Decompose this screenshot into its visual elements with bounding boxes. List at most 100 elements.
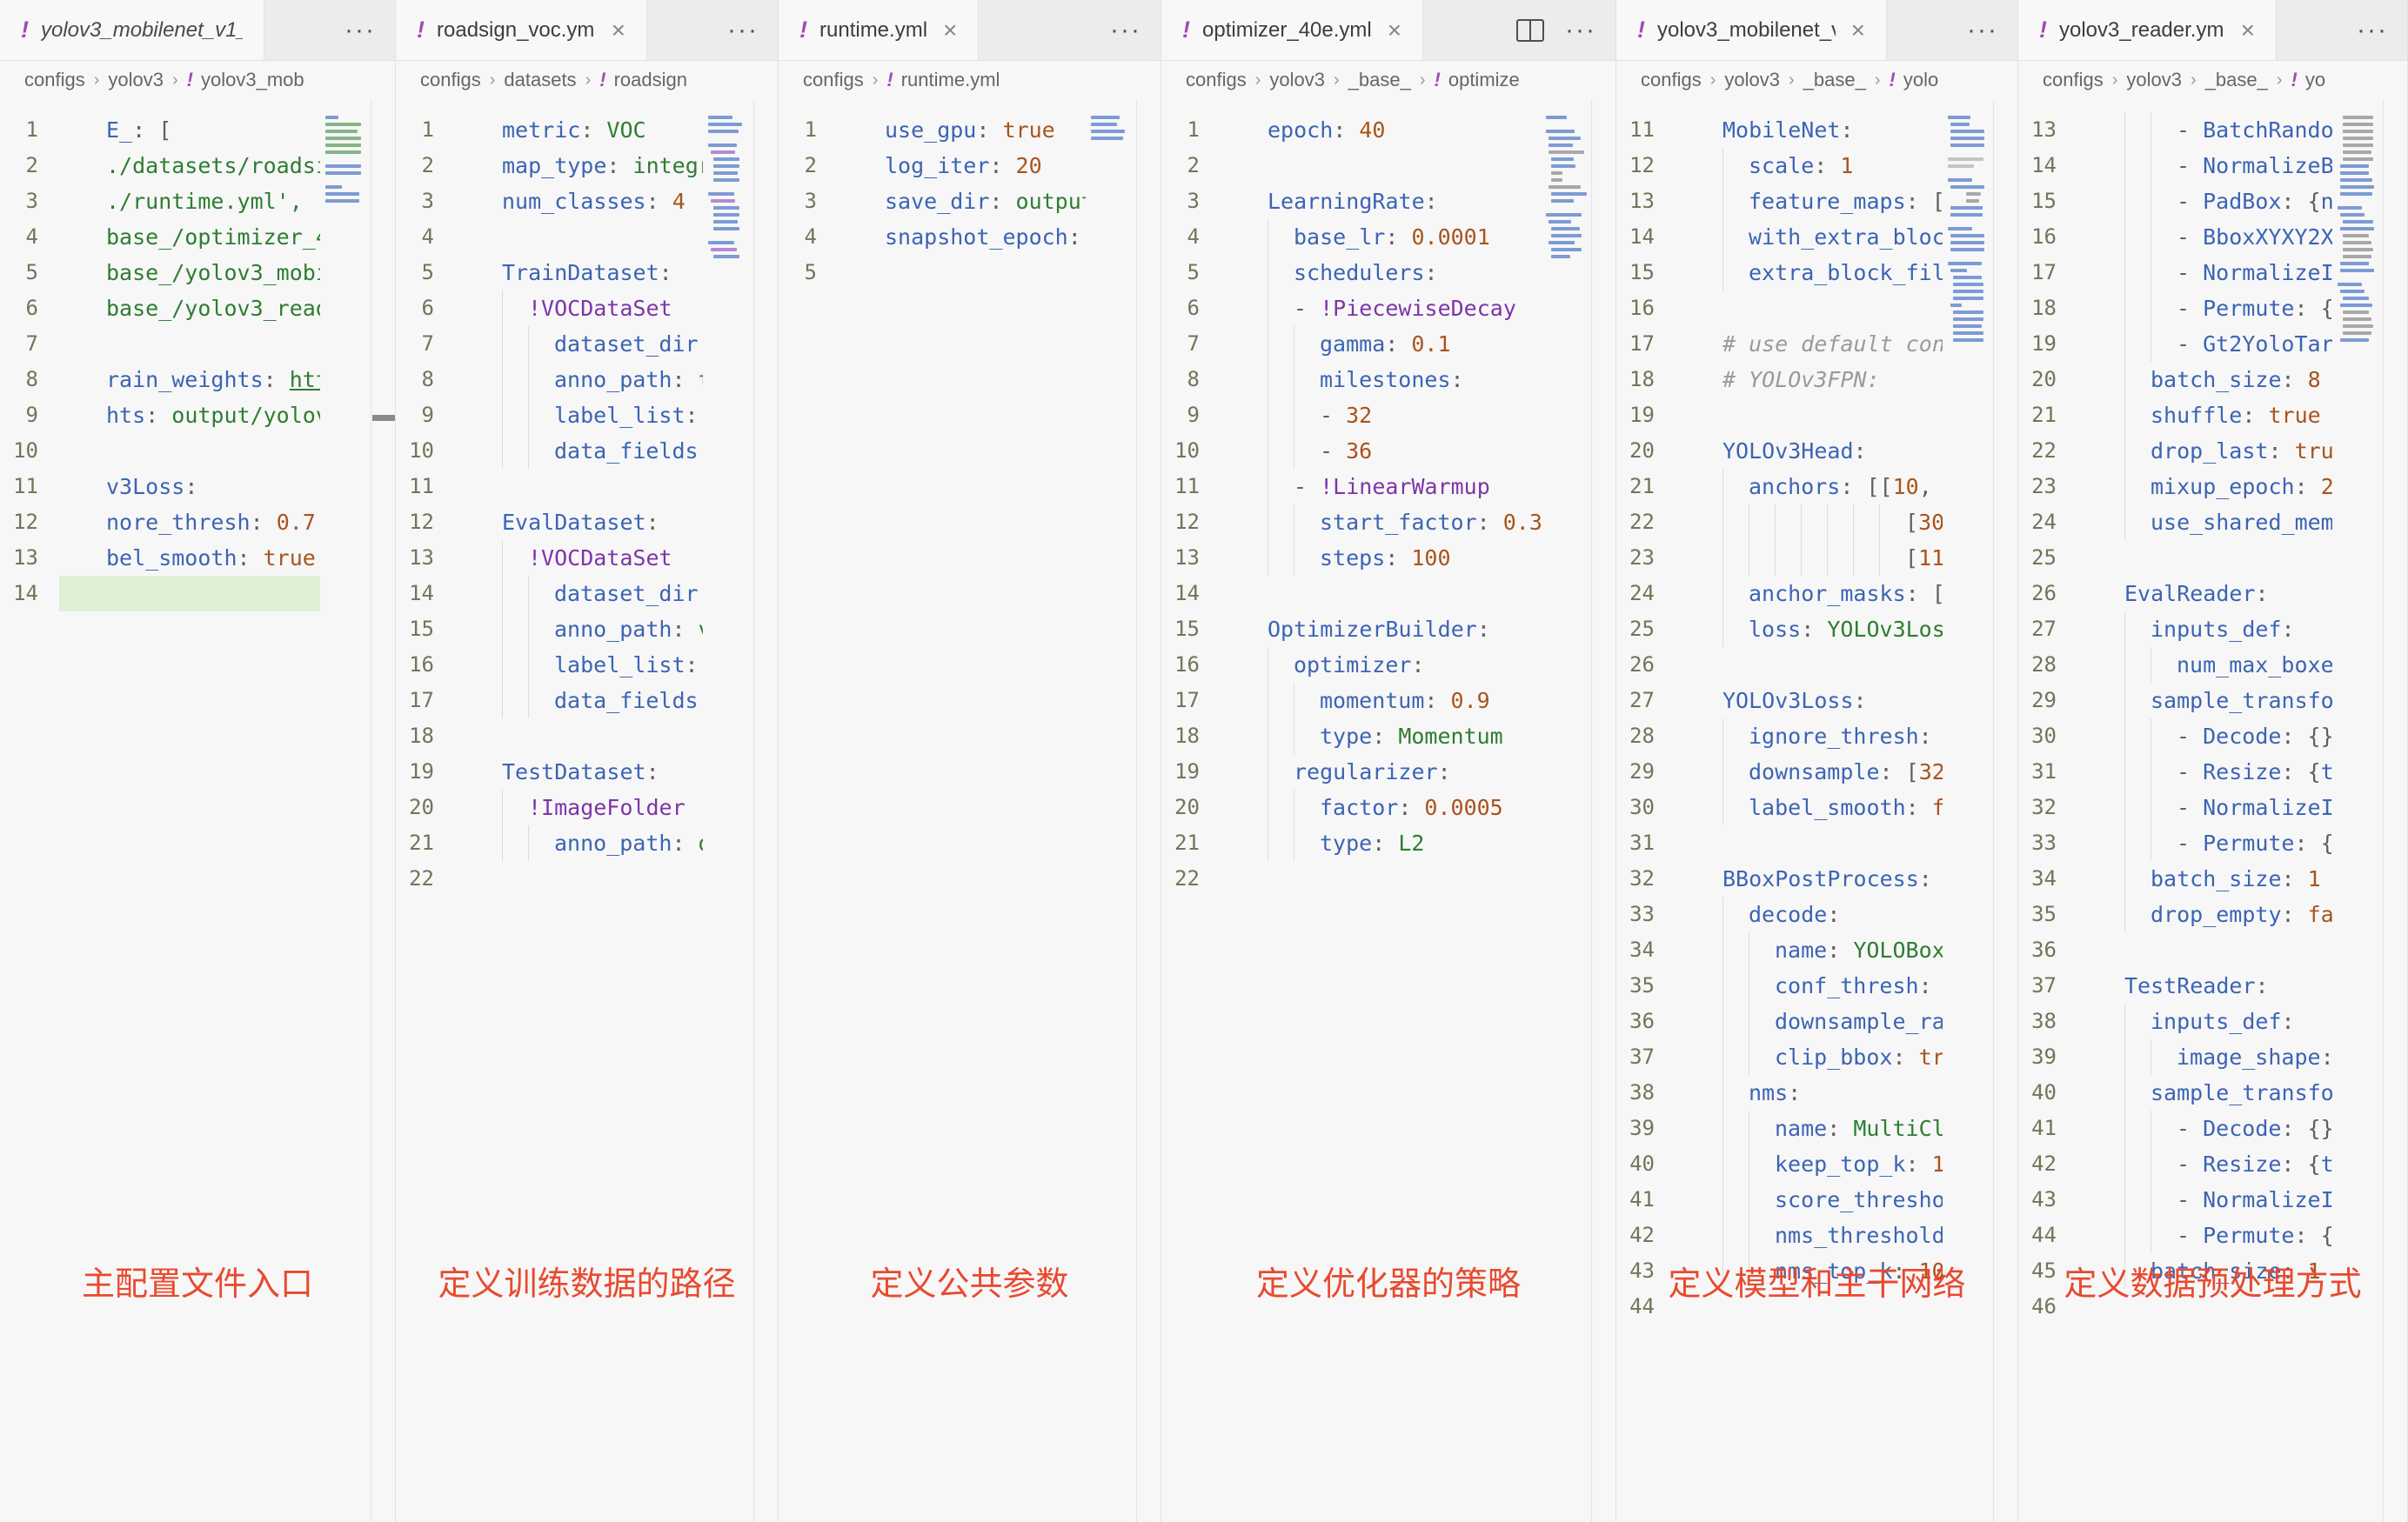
code-lines: 11MobileNet:12scale: 113feature_maps: [4… <box>1616 112 1943 1325</box>
breadcrumb-file[interactable]: yolov3_mob <box>201 69 304 91</box>
code-token: {} <box>2321 290 2332 326</box>
code-line: 31 <box>1616 825 1943 861</box>
code-token: : <box>1398 790 1424 825</box>
line-content: num_classes: 4 <box>455 184 703 219</box>
line-content: inputs_def: <box>2077 611 2332 647</box>
more-actions-icon[interactable]: ··· <box>2357 17 2388 43</box>
minimap-bar <box>325 171 361 175</box>
breadcrumb-item[interactable]: yolov3 <box>1269 69 1325 91</box>
breadcrumb-item[interactable]: configs <box>420 69 481 91</box>
minimap-bar <box>2340 164 2369 168</box>
minimap-bar <box>1950 137 1984 140</box>
code-token: Permute <box>2203 290 2294 326</box>
line-content <box>59 433 320 469</box>
scrollbar-track[interactable] <box>371 100 395 1522</box>
minimap[interactable] <box>1546 114 1589 267</box>
code-editor[interactable]: 11MobileNet:12scale: 113feature_maps: [4… <box>1616 100 2017 1522</box>
scrollbar-track[interactable] <box>1136 100 1161 1522</box>
code-editor[interactable]: 1metric: VOC2map_type: integr3num_classe… <box>396 100 778 1522</box>
breadcrumb-item[interactable]: yolov3 <box>1724 69 1780 91</box>
scrollbar-track[interactable] <box>2383 100 2407 1522</box>
breadcrumb-item[interactable]: configs <box>803 69 864 91</box>
breadcrumb-item[interactable]: configs <box>1186 69 1247 91</box>
indent-guide <box>1268 290 1294 326</box>
indent-guide <box>1722 611 1749 647</box>
line-content: metric: VOC <box>455 112 703 148</box>
breadcrumb-file[interactable]: yolo <box>1903 69 1938 91</box>
close-icon[interactable]: × <box>2241 17 2255 44</box>
minimap[interactable] <box>325 114 369 211</box>
breadcrumb-file[interactable]: roadsign <box>614 69 687 91</box>
line-number: 5 <box>0 255 59 290</box>
code-token: nore_thresh <box>106 504 251 540</box>
breadcrumb-item[interactable]: yolov3 <box>108 69 164 91</box>
scrollbar-track[interactable] <box>1591 100 1615 1522</box>
more-actions-icon[interactable]: ··· <box>1967 17 1998 43</box>
breadcrumb-item[interactable]: configs <box>24 69 85 91</box>
code-token: : <box>1919 718 1943 754</box>
code-editor[interactable]: 1E_: [2./datasets/roadsi3./runtime.yml',… <box>0 100 395 1522</box>
tab-optimizer_40e.yml[interactable]: !optimizer_40e.yml× <box>1161 0 1423 60</box>
code-token: : <box>2242 397 2268 433</box>
line-number: 33 <box>1616 897 1676 932</box>
close-icon[interactable]: × <box>943 17 957 44</box>
breadcrumb-item[interactable]: _base_ <box>1348 69 1411 91</box>
scrollbar-track[interactable] <box>1993 100 2017 1522</box>
more-actions-icon[interactable]: ··· <box>1110 17 1141 43</box>
code-line: 1E_: [ <box>0 112 320 148</box>
line-content: ./runtime.yml', <box>59 184 320 219</box>
line-content <box>1676 290 1943 326</box>
line-content: label_list: <box>455 397 703 433</box>
code-editor[interactable]: 13- BatchRandomR14- NormalizeBox15- PadB… <box>2018 100 2407 1522</box>
breadcrumb-file[interactable]: optimize <box>1448 69 1520 91</box>
more-actions-icon[interactable]: ··· <box>344 17 376 43</box>
split-editor-icon[interactable] <box>1516 19 1544 42</box>
breadcrumb-file[interactable]: yo <box>2305 69 2325 91</box>
breadcrumb-item[interactable]: _base_ <box>2205 69 2268 91</box>
indent-guide <box>1294 433 1320 469</box>
indent-guide <box>2150 326 2177 362</box>
minimap-bar <box>325 130 358 133</box>
minimap[interactable] <box>708 114 752 267</box>
line-number: 19 <box>2018 326 2077 362</box>
minimap[interactable] <box>1948 114 1991 350</box>
line-number: 32 <box>1616 861 1676 897</box>
code-line: 8anno_path: t <box>396 362 703 397</box>
more-actions-icon[interactable]: ··· <box>1565 17 1596 43</box>
minimap-line <box>2338 239 2381 246</box>
indent-guide <box>1853 540 1879 576</box>
indent-guide <box>1749 932 1775 968</box>
scrollbar-track[interactable] <box>753 100 778 1522</box>
minimap[interactable] <box>1091 114 1134 149</box>
code-line: 20!ImageFolder <box>396 790 703 825</box>
indent-guide <box>2124 290 2150 326</box>
minimap-bar <box>2338 283 2362 286</box>
breadcrumb-item[interactable]: datasets <box>504 69 576 91</box>
breadcrumb-item[interactable]: _base_ <box>1803 69 1866 91</box>
tab-yolov3_mobilenet_v1_roa[interactable]: !yolov3_mobilenet_v1_roa <box>0 0 264 60</box>
line-number: 30 <box>2018 718 2077 754</box>
code-editor[interactable]: 1epoch: 4023LearningRate:4base_lr: 0.000… <box>1161 100 1615 1522</box>
breadcrumb-item[interactable]: yolov3 <box>2126 69 2182 91</box>
tab-bar: !roadsign_voc.yml× ··· <box>396 0 778 61</box>
breadcrumb-file[interactable]: runtime.yml <box>901 69 1000 91</box>
code-token: : <box>672 825 698 861</box>
close-icon[interactable]: × <box>1388 17 1401 44</box>
scrollbar-slider[interactable] <box>372 415 395 421</box>
tab-runtime.yml[interactable]: !runtime.yml× <box>779 0 979 60</box>
minimap[interactable] <box>2338 114 2381 350</box>
code-token: - <box>1320 397 1346 433</box>
breadcrumb-item[interactable]: configs <box>2043 69 2104 91</box>
more-actions-icon[interactable]: ··· <box>727 17 759 43</box>
breadcrumb-item[interactable]: configs <box>1641 69 1702 91</box>
tab-yolov3_reader.yml[interactable]: !yolov3_reader.yml× <box>2018 0 2277 60</box>
code-token: : <box>1333 112 1359 148</box>
code-token: 36 <box>1346 433 1372 469</box>
tab-roadsign_voc.yml[interactable]: !roadsign_voc.yml× <box>396 0 647 60</box>
tab-yolov3_mobilenet_v1.yml[interactable]: !yolov3_mobilenet_v1.yml× <box>1616 0 1887 60</box>
indent-guide <box>2150 1182 2177 1218</box>
close-icon[interactable]: × <box>612 17 625 44</box>
close-icon[interactable]: × <box>1851 17 1865 44</box>
code-editor[interactable]: 1use_gpu: true2log_iter: 203save_dir: ou… <box>779 100 1161 1522</box>
line-content <box>2077 932 2332 968</box>
